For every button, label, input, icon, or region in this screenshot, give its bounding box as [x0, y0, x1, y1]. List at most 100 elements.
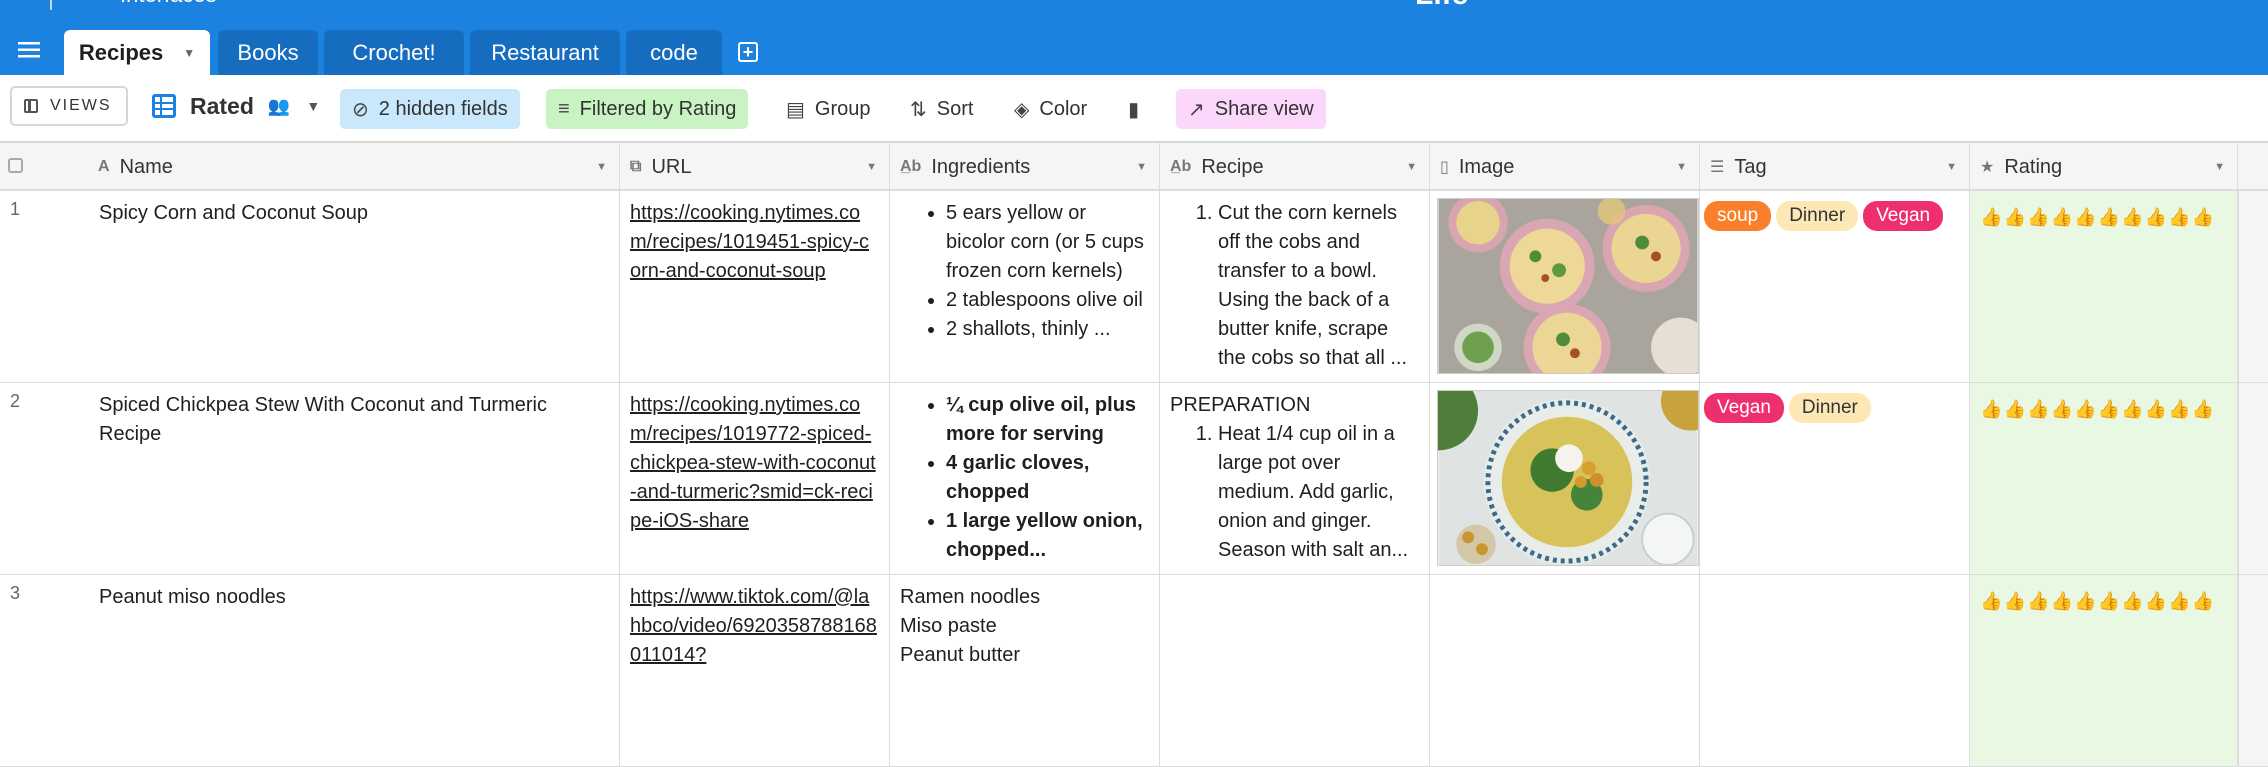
select-all-checkbox[interactable] [8, 158, 23, 173]
thumbs-up-icon[interactable]: 👍 [2145, 587, 2169, 616]
url-cell[interactable]: https://cooking.nytimes.com/recipes/1019… [620, 383, 890, 574]
airtable-logo-icon[interactable] [10, 0, 38, 14]
chevron-down-icon[interactable]: ▼ [306, 98, 320, 114]
url-cell[interactable]: https://www.tiktok.com/@lahbco/video/692… [620, 575, 890, 766]
recipe-image-thumbnail[interactable] [1437, 198, 1699, 374]
thumbs-up-icon[interactable]: 👍 [2051, 587, 2075, 616]
thumbs-up-icon[interactable]: 👍 [2168, 395, 2192, 424]
add-table-icon[interactable] [738, 42, 758, 62]
thumbs-up-icon[interactable]: 👍 [2004, 203, 2028, 232]
chevron-down-icon[interactable]: ▼ [1406, 161, 1417, 173]
thumbs-up-icon[interactable]: 👍 [2004, 587, 2028, 616]
thumbs-up-icon[interactable]: 👍 [2192, 203, 2216, 232]
recipe-cell[interactable] [1160, 575, 1430, 766]
thumbs-up-icon[interactable]: 👍 [2098, 203, 2122, 232]
hamburger-menu-icon[interactable] [18, 42, 40, 58]
thumbs-up-icon[interactable]: 👍 [2074, 203, 2098, 232]
table-row[interactable]: 3 Peanut miso noodles https://www.tiktok… [0, 575, 2268, 767]
recipe-cell[interactable]: PREPARATION Heat 1/4 cup oil in a large … [1160, 383, 1430, 574]
tab-restaurant[interactable]: Restaurant [470, 30, 620, 75]
thumbs-up-icon[interactable]: 👍 [2192, 395, 2216, 424]
view-switcher[interactable]: Rated 👥 ▼ [152, 88, 320, 124]
grid-right-gutter [2238, 575, 2268, 766]
tag-cell[interactable]: soup Dinner Vegan [1700, 191, 1970, 382]
recipe-link[interactable]: https://cooking.nytimes.com/recipes/1019… [630, 202, 869, 282]
rating-cell[interactable]: 👍 👍 👍 👍 👍 👍 👍 👍 👍 👍 [1970, 383, 2238, 574]
ingredients-cell[interactable]: ¼ cup olive oil, plus more for serving 4… [890, 383, 1160, 574]
base-title[interactable]: Life [1415, 0, 1468, 12]
thumbs-up-icon[interactable]: 👍 [2074, 395, 2098, 424]
color-button[interactable]: ◈ Color [1002, 89, 1099, 129]
thumbs-up-icon[interactable]: 👍 [2121, 203, 2145, 232]
table-row[interactable]: 1 Spicy Corn and Coconut Soup https://co… [0, 191, 2268, 383]
rating-thumbs[interactable]: 👍 👍 👍 👍 👍 👍 👍 👍 👍 👍 [1980, 587, 2227, 616]
name-cell[interactable]: Spicy Corn and Coconut Soup [88, 191, 620, 382]
image-cell[interactable] [1430, 575, 1700, 766]
recipe-link[interactable]: https://cooking.nytimes.com/recipes/1019… [630, 394, 876, 532]
tab-books[interactable]: Books [218, 30, 318, 75]
tab-crochet[interactable]: Crochet! [324, 30, 464, 75]
thumbs-up-icon[interactable]: 👍 [2121, 395, 2145, 424]
chevron-down-icon[interactable]: ▼ [596, 161, 607, 173]
thumbs-up-icon[interactable]: 👍 [1980, 395, 2004, 424]
image-cell[interactable] [1430, 383, 1700, 574]
chevron-down-icon[interactable]: ▼ [1136, 161, 1147, 173]
group-button[interactable]: ▤ Group [774, 89, 883, 129]
thumbs-up-icon[interactable]: 👍 [2168, 587, 2192, 616]
tag-cell[interactable]: Vegan Dinner [1700, 383, 1970, 574]
thumbs-up-icon[interactable]: 👍 [2145, 203, 2169, 232]
tab-code[interactable]: code [626, 30, 722, 75]
column-header-recipe[interactable]: A̲b Recipe ▼ [1160, 143, 1430, 191]
name-cell[interactable]: Spiced Chickpea Stew With Coconut and Tu… [88, 383, 620, 574]
tab-recipes[interactable]: Recipes ▼ [64, 30, 210, 75]
thumbs-up-icon[interactable]: 👍 [2098, 395, 2122, 424]
thumbs-up-icon[interactable]: 👍 [1980, 587, 2004, 616]
column-header-rating[interactable]: ★ Rating ▼ [1970, 143, 2238, 191]
sort-button[interactable]: ⇅ Sort [898, 89, 985, 129]
recipe-cell[interactable]: Cut the corn kernels off the cobs and tr… [1160, 191, 1430, 382]
rating-thumbs[interactable]: 👍 👍 👍 👍 👍 👍 👍 👍 👍 👍 [1980, 395, 2227, 424]
image-cell[interactable] [1430, 191, 1700, 382]
thumbs-up-icon[interactable]: 👍 [1980, 203, 2004, 232]
thumbs-up-icon[interactable]: 👍 [2051, 395, 2075, 424]
ingredients-cell[interactable]: 5 ears yellow or bicolor corn (or 5 cups… [890, 191, 1160, 382]
interfaces-link[interactable]: Interfaces [120, 0, 217, 8]
table-row[interactable]: 2 Spiced Chickpea Stew With Coconut and … [0, 383, 2268, 575]
column-header-name[interactable]: A Name ▼ [88, 143, 620, 191]
url-cell[interactable]: https://cooking.nytimes.com/recipes/1019… [620, 191, 890, 382]
rating-cell[interactable]: 👍 👍 👍 👍 👍 👍 👍 👍 👍 👍 [1970, 191, 2238, 382]
thumbs-up-icon[interactable]: 👍 [2121, 587, 2145, 616]
recipe-steps: Heat 1/4 cup oil in a large pot over med… [1170, 420, 1419, 565]
hide-fields-button[interactable]: ⊘ 2 hidden fields [340, 89, 520, 129]
thumbs-up-icon[interactable]: 👍 [2027, 395, 2051, 424]
views-button[interactable]: VIEWS [10, 86, 128, 126]
name-cell[interactable]: Peanut miso noodles [88, 575, 620, 766]
chevron-down-icon[interactable]: ▼ [183, 46, 195, 60]
thumbs-up-icon[interactable]: 👍 [2027, 203, 2051, 232]
thumbs-up-icon[interactable]: 👍 [2074, 587, 2098, 616]
ingredients-cell[interactable]: Ramen noodles Miso paste Peanut butter [890, 575, 1160, 766]
thumbs-up-icon[interactable]: 👍 [2098, 587, 2122, 616]
chevron-down-icon[interactable]: ▼ [866, 161, 877, 173]
chevron-down-icon[interactable]: ▼ [2214, 161, 2225, 173]
thumbs-up-icon[interactable]: 👍 [2004, 395, 2028, 424]
column-header-tag[interactable]: ☰ Tag ▼ [1700, 143, 1970, 191]
tag-cell[interactable] [1700, 575, 1970, 766]
thumbs-up-icon[interactable]: 👍 [2168, 203, 2192, 232]
column-header-image[interactable]: ▯ Image ▼ [1430, 143, 1700, 191]
column-header-url[interactable]: ⧉ URL ▼ [620, 143, 890, 191]
thumbs-up-icon[interactable]: 👍 [2192, 587, 2216, 616]
thumbs-up-icon[interactable]: 👍 [2145, 395, 2169, 424]
recipe-link[interactable]: https://www.tiktok.com/@lahbco/video/692… [630, 586, 877, 666]
thumbs-up-icon[interactable]: 👍 [2027, 587, 2051, 616]
chevron-down-icon[interactable]: ▼ [1676, 161, 1687, 173]
thumbs-up-icon[interactable]: 👍 [2051, 203, 2075, 232]
row-height-button[interactable]: ▮ [1116, 89, 1161, 129]
share-view-button[interactable]: ↗ Share view [1176, 89, 1326, 129]
recipe-image-thumbnail[interactable] [1437, 390, 1699, 566]
rating-thumbs[interactable]: 👍 👍 👍 👍 👍 👍 👍 👍 👍 👍 [1980, 203, 2227, 232]
chevron-down-icon[interactable]: ▼ [1946, 161, 1957, 173]
column-header-ingredients[interactable]: A̲b Ingredients ▼ [890, 143, 1160, 191]
filter-button[interactable]: ≡ Filtered by Rating [546, 89, 749, 129]
rating-cell[interactable]: 👍 👍 👍 👍 👍 👍 👍 👍 👍 👍 [1970, 575, 2238, 766]
